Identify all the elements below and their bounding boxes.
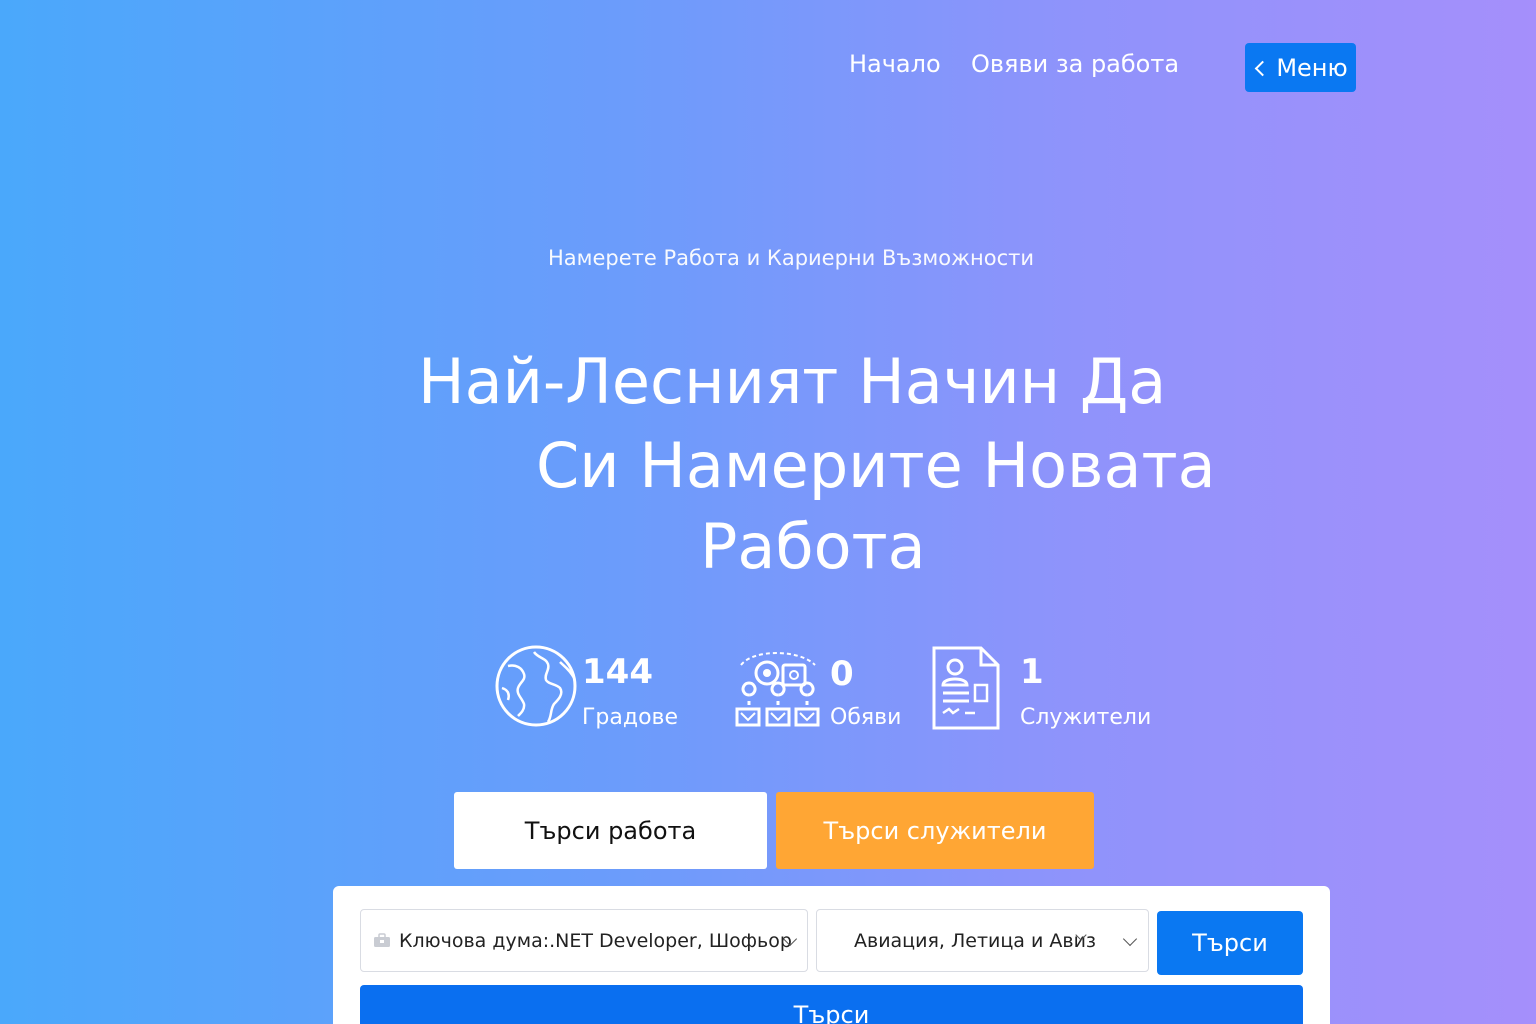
stat-employees-label: Служители bbox=[1020, 705, 1152, 730]
nav-jobs-link[interactable]: Овяви за работа bbox=[971, 50, 1179, 78]
globe-icon bbox=[495, 645, 577, 727]
stat-listings-value: 0 bbox=[830, 654, 854, 694]
menu-button[interactable]: Меню bbox=[1245, 43, 1356, 92]
search-panel: Ключова дума:.NET Developer, Шофьор Авиа… bbox=[333, 886, 1330, 1024]
chevron-down-icon bbox=[1122, 931, 1138, 947]
stat-cities-label: Градове bbox=[582, 705, 679, 730]
chevron-left-icon bbox=[1255, 60, 1271, 76]
briefcase-icon bbox=[374, 933, 390, 947]
stat-employees-value: 1 bbox=[1020, 652, 1044, 692]
job-network-icon bbox=[735, 652, 820, 727]
search-button[interactable]: Търси bbox=[1157, 911, 1303, 975]
hero-kicker: Намерете Работа и Кариерни Възможности bbox=[547, 246, 1034, 270]
nav-home-link[interactable]: Начало bbox=[849, 50, 941, 78]
menu-button-label: Меню bbox=[1276, 53, 1348, 82]
keyword-field[interactable]: Ключова дума:.NET Developer, Шофьор bbox=[360, 909, 808, 972]
search-button-wide[interactable]: Търси bbox=[360, 985, 1303, 1024]
stat-listings-label: Обяви bbox=[830, 705, 902, 730]
tab-search-employees[interactable]: Търси служители bbox=[776, 792, 1094, 869]
page: Начало Овяви за работа Меню Намерете Раб… bbox=[0, 0, 1536, 1024]
headline-line-3: Работа bbox=[700, 510, 926, 583]
category-select[interactable]: Авиация, Летица и Авиз bbox=[816, 909, 1149, 972]
tab-search-jobs[interactable]: Търси работа bbox=[454, 792, 767, 869]
category-value: Авиация, Летица и Авиз bbox=[854, 930, 1097, 952]
resume-icon bbox=[932, 646, 1000, 730]
keyword-placeholder: Ключова дума:.NET Developer, Шофьор bbox=[399, 930, 792, 952]
headline-line-1: Най-Лесният Начин Да bbox=[418, 345, 1167, 418]
headline-line-2: Си Намерите Новата bbox=[536, 429, 1216, 502]
stat-cities-value: 144 bbox=[582, 652, 653, 692]
